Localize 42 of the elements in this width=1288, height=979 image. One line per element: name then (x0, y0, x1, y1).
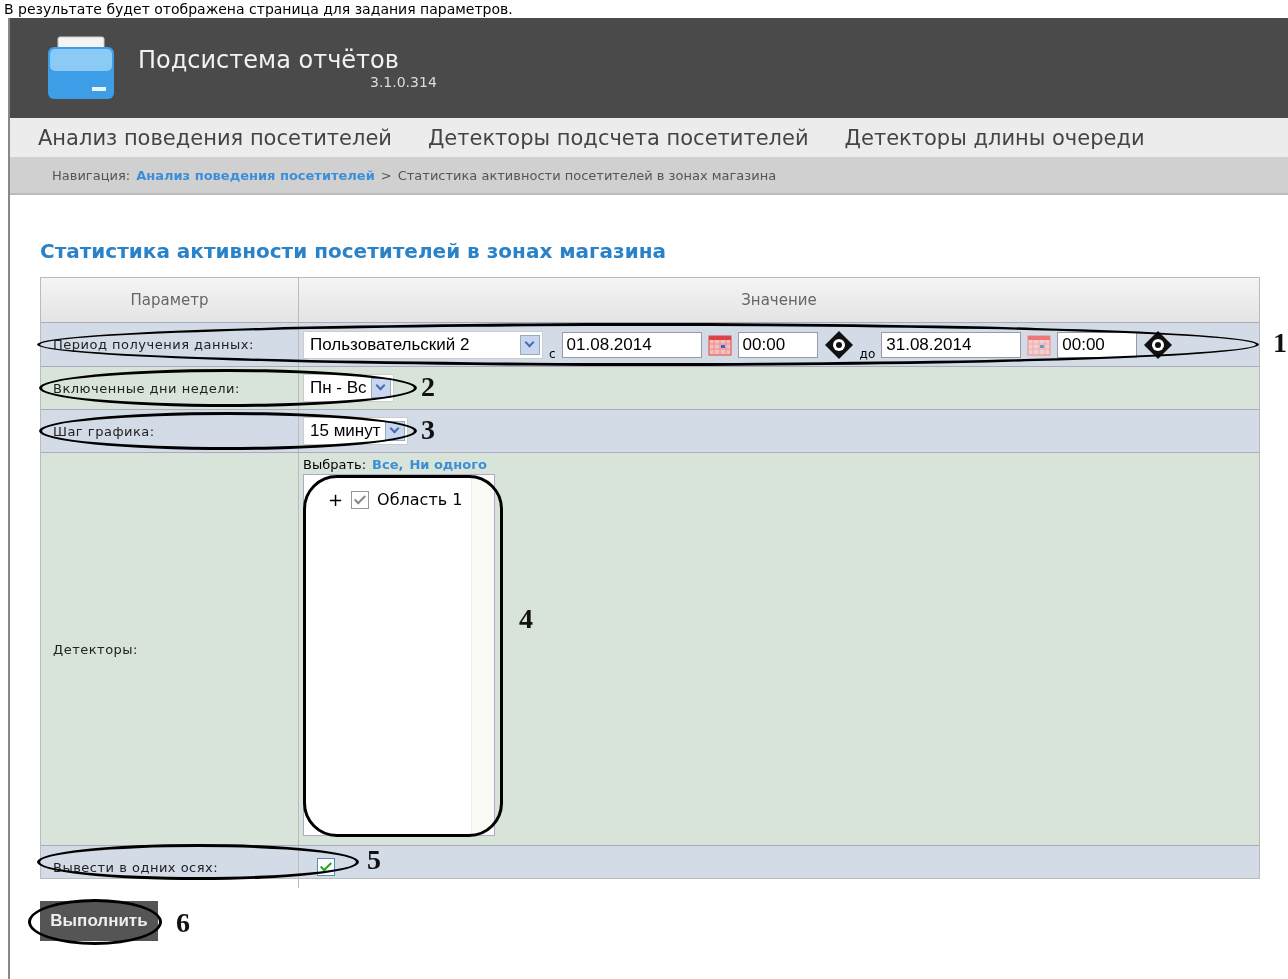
caption-text: В результате будет отображена страница для задания параметров. (3, 0, 514, 18)
parameter-label: Период получения данных: (53, 337, 254, 352)
period-dropdown[interactable]: Пользовательский 2 (303, 330, 543, 359)
dropdown[interactable]: Пн - Вс (303, 374, 394, 402)
callout-number: 1 (1273, 327, 1287, 359)
dropdown[interactable]: 15 минут (303, 417, 408, 445)
move-icon[interactable] (823, 329, 854, 360)
date-field[interactable]: 31.08.2014 (881, 331, 1022, 358)
callout-number: 4 (519, 603, 533, 635)
expand-toggle[interactable]: + (328, 489, 344, 510)
to-label: до (859, 347, 876, 361)
version-text: 3.1.0.314 (370, 74, 437, 90)
parameter-label: Детекторы: (53, 641, 138, 657)
parameter-label: Шаг графика: (53, 423, 155, 439)
calendar-icon[interactable] (1027, 333, 1052, 356)
column-header: Значение (740, 290, 818, 311)
calendar-icon[interactable] (707, 333, 732, 356)
from-label: с (549, 347, 556, 361)
checkbox[interactable] (351, 490, 370, 509)
time-field[interactable]: 00:00 (1057, 331, 1138, 358)
tree-item[interactable]: Область 1 (377, 490, 463, 509)
page-title: Статистика активности посетителей в зонах магазина (40, 239, 667, 263)
app-title: Подсистема отчётов (138, 46, 400, 74)
scrollbar[interactable] (471, 475, 494, 835)
callout-number: 2 (421, 371, 435, 403)
folder-icon (46, 35, 116, 101)
menu-item[interactable]: Детекторы подсчета посетителей (427, 125, 809, 150)
checkbox[interactable] (317, 858, 335, 876)
move-icon[interactable] (1143, 329, 1174, 360)
time-field[interactable]: 00:00 (737, 331, 818, 358)
breadcrumb-separator: > (380, 167, 392, 183)
callout-number: 6 (176, 907, 190, 939)
menu-item[interactable]: Анализ поведения посетителей (38, 125, 392, 150)
date-field[interactable]: 01.08.2014 (561, 331, 702, 358)
menu-item[interactable]: Детекторы длины очереди (844, 125, 1145, 150)
callout-number: 3 (421, 414, 435, 446)
run-button[interactable]: Выполнить (40, 901, 158, 941)
breadcrumb-current: Статистика активности посетителей в зонах магазина (397, 167, 777, 183)
breadcrumb-label: Навигация: (52, 167, 131, 183)
parameter-label: Включенные дни недели: (53, 380, 240, 396)
select-label: Выбрать: (303, 457, 367, 472)
callout-number: 5 (367, 844, 381, 876)
